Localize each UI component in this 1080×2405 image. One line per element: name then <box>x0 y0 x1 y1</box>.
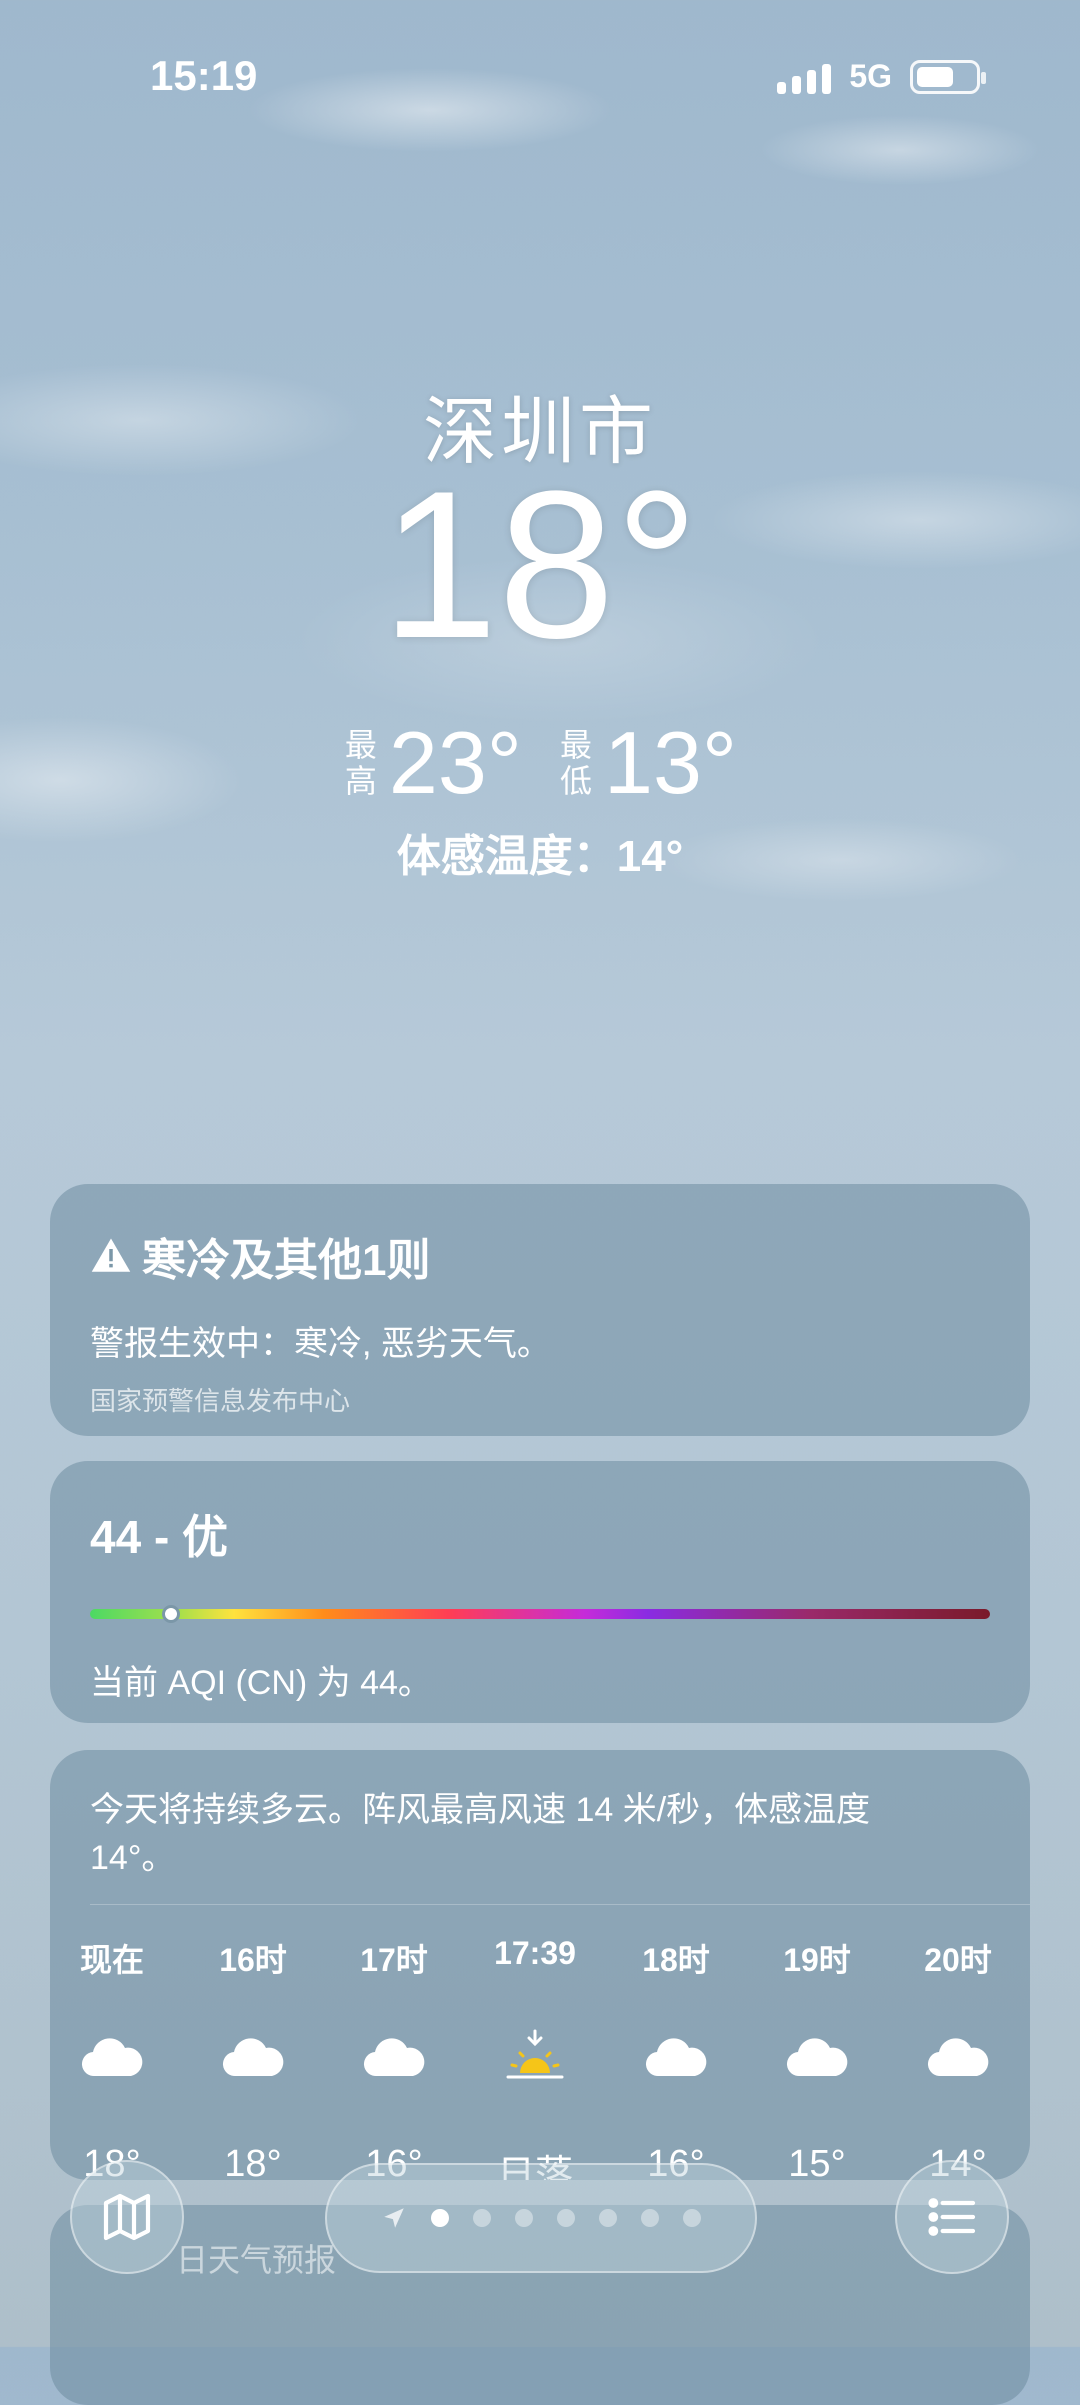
network-type: 5G <box>849 58 892 94</box>
aqi-title: 44 - 优 <box>90 1511 229 1563</box>
page-dot[interactable] <box>473 2209 491 2227</box>
alert-title-row: 寒冷及其他1则 <box>90 1224 990 1288</box>
alert-body: 警报生效中：寒冷, 恶劣天气。 <box>90 1325 551 1363</box>
aqi-description: 当前 AQI (CN) 为 44。 <box>90 1664 432 1702</box>
alert-title: 寒冷及其他1则 <box>142 1236 431 1285</box>
hour-value: 15° <box>788 2143 846 2180</box>
low-temp: 13° <box>604 713 738 812</box>
cloud-icon <box>898 2027 1018 2087</box>
divider <box>90 1904 1030 1905</box>
hour-time: 17时 <box>360 1942 428 1978</box>
alert-source: 国家预警信息发布中心 <box>90 1386 351 1416</box>
high-low: 最高 23° 最低 13° <box>0 712 1080 814</box>
page-dot[interactable] <box>557 2209 575 2227</box>
hourly-item: 现在 18° <box>52 1935 172 2180</box>
hour-time: 20时 <box>924 1942 992 1978</box>
hour-time: 18时 <box>642 1942 710 1978</box>
hourly-item: 19时 15° <box>757 1935 877 2180</box>
current-temperature: 18° <box>381 447 699 682</box>
status-time: 15:19 <box>150 52 258 99</box>
cloud-icon <box>757 2027 877 2087</box>
hour-value: 18° <box>224 2143 282 2180</box>
cloud-icon <box>193 2027 313 2087</box>
high-temp-group: 最高 23° <box>343 712 522 814</box>
status-indicators: 5G <box>777 58 986 95</box>
hour-time: 17:39 <box>494 1935 576 1971</box>
location-arrow-icon <box>384 2208 404 2228</box>
map-icon <box>103 2193 151 2241</box>
cloud-icon <box>616 2027 736 2087</box>
forecast-summary: 今天将持续多云。阵风最高风速 14 米/秒，体感温度 14°。 <box>90 1791 871 1877</box>
page-dot[interactable] <box>683 2209 701 2227</box>
high-temp: 23° <box>388 713 522 812</box>
map-button[interactable] <box>70 2160 184 2274</box>
hourly-item: 17时 16° <box>334 1935 454 2180</box>
low-temp-group: 最低 13° <box>558 712 737 814</box>
daily-forecast-label: 日天气预报 <box>176 2242 337 2278</box>
hourly-item: 16时 18° <box>193 1935 313 2180</box>
severe-weather-alert-card[interactable]: 寒冷及其他1则 警报生效中：寒冷, 恶劣天气。 国家预警信息发布中心 <box>50 1184 1030 1436</box>
page-dot[interactable] <box>431 2209 449 2227</box>
page-dot[interactable] <box>599 2209 617 2227</box>
hourly-item: 17:39 日落 <box>475 1935 595 2180</box>
high-label: 最高 <box>344 727 377 799</box>
cloud-icon <box>52 2027 172 2087</box>
hourly-list[interactable]: 现在 18° 16时 18° 17时 16° 17:39 日落 18时 16° 19时 15° 20时 1… <box>80 1935 1030 2180</box>
list-icon <box>928 2198 976 2236</box>
page-indicator[interactable] <box>325 2163 757 2273</box>
hourly-item: 18时 16° <box>616 1935 736 2180</box>
hourly-item: 20时 14° <box>898 1935 1018 2180</box>
cellular-signal-icon <box>777 60 832 94</box>
page-dot[interactable] <box>515 2209 533 2227</box>
page-dot[interactable] <box>641 2209 659 2227</box>
hourly-forecast-card[interactable]: 今天将持续多云。阵风最高风速 14 米/秒，体感温度 14°。 现在 18° 16时… <box>50 1750 1030 2180</box>
city-list-button[interactable] <box>895 2160 1009 2274</box>
hour-time: 现在 <box>79 1942 144 1978</box>
feels-like: 体感温度：14° <box>396 832 684 881</box>
cloud-icon <box>334 2027 454 2087</box>
aqi-marker <box>162 1605 180 1623</box>
air-quality-card[interactable]: 44 - 优 当前 AQI (CN) 为 44。 <box>50 1461 1030 1723</box>
sunset-icon <box>475 2027 595 2087</box>
hour-time: 16时 <box>219 1942 287 1978</box>
aqi-scale-bar <box>90 1605 990 1623</box>
warning-icon <box>91 1238 131 1272</box>
low-label: 最低 <box>559 727 592 799</box>
battery-icon <box>910 59 986 94</box>
hour-time: 19时 <box>783 1942 851 1978</box>
